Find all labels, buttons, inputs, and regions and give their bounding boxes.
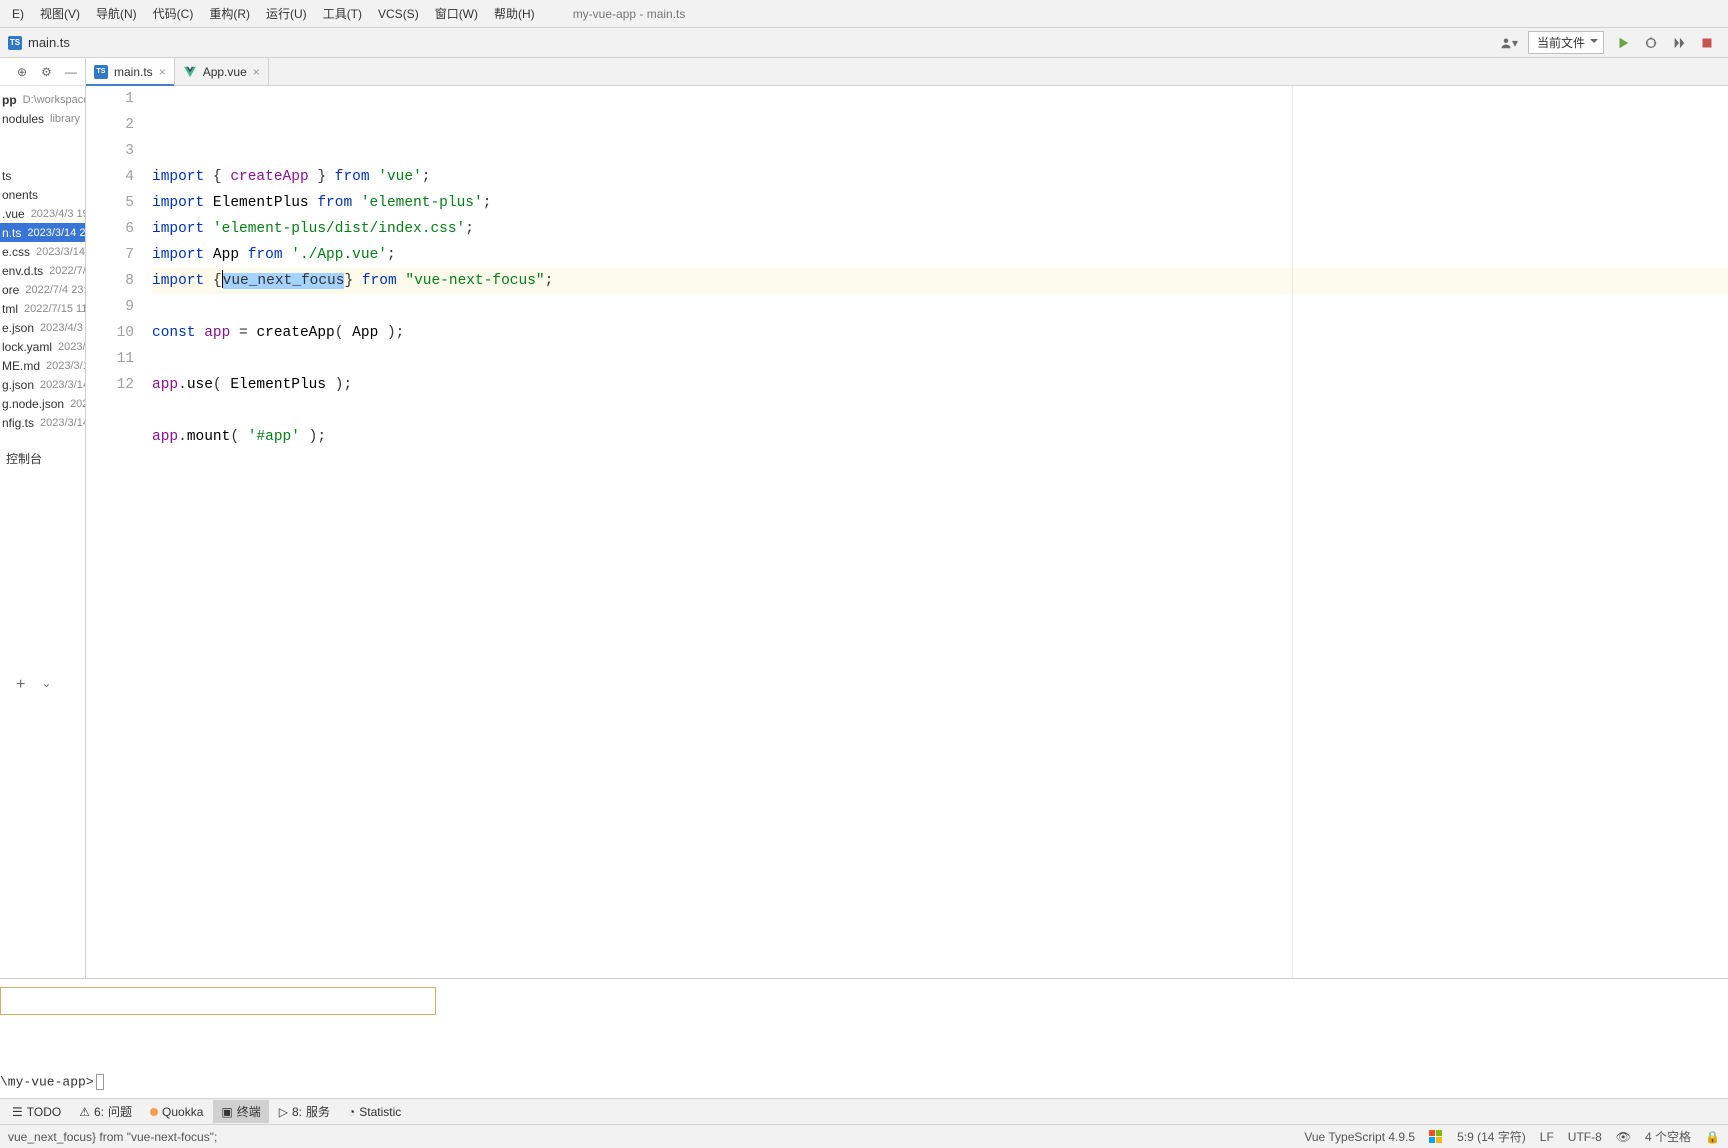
tree-file[interactable]: e.css2023/3/14 2	[0, 242, 85, 261]
tree-file[interactable]: ts	[0, 166, 85, 185]
tool-quokka[interactable]: Quokka	[142, 1102, 211, 1122]
stop-button[interactable]	[1698, 34, 1716, 52]
tab-app-vue[interactable]: App.vue ×	[175, 58, 269, 85]
status-lang[interactable]: Vue TypeScript 4.9.5	[1304, 1130, 1415, 1144]
run-with-coverage-button[interactable]	[1670, 34, 1688, 52]
tool-todo[interactable]: ☰ TODO	[4, 1102, 69, 1122]
tree-file[interactable]: onents	[0, 185, 85, 204]
settings-icon[interactable]: ⚙	[41, 65, 55, 79]
project-tree[interactable]: pp D:\workspace nodules library tsonents…	[0, 86, 85, 436]
select-opened-icon[interactable]: ⊕	[17, 65, 31, 79]
tool-statistic[interactable]: ◔ Statistic	[340, 1102, 409, 1122]
right-margin-line	[1292, 86, 1293, 978]
menu-window[interactable]: 窗口(W)	[427, 1, 486, 26]
line-gutter: 123456789101112	[86, 86, 152, 978]
run-icon: ▷	[279, 1105, 288, 1119]
vue-icon	[183, 65, 197, 79]
tree-file[interactable]: tml2022/7/15 11	[0, 299, 85, 318]
tab-label: App.vue	[203, 65, 247, 79]
tree-file[interactable]: g.json2023/3/14	[0, 375, 85, 394]
lock-icon[interactable]: 🔒	[1705, 1130, 1720, 1144]
quokka-icon	[150, 1108, 158, 1116]
status-message: vue_next_focus} from "vue-next-focus";	[8, 1130, 1304, 1144]
add-icon[interactable]: +	[16, 676, 25, 974]
list-icon: ☰	[12, 1105, 23, 1119]
warn-icon: ⚠	[79, 1105, 90, 1119]
windows-icon	[1429, 1130, 1443, 1144]
menu-edit-partial[interactable]: E)	[4, 3, 32, 25]
terminal-cursor	[96, 1074, 104, 1090]
debug-button[interactable]	[1642, 34, 1660, 52]
close-tab-icon[interactable]: ×	[253, 65, 260, 79]
tool-problems[interactable]: ⚠ 6: 问题	[71, 1100, 140, 1123]
menu-bar: E) 视图(V) 导航(N) 代码(C) 重构(R) 运行(U) 工具(T) V…	[0, 0, 1728, 28]
open-file-name[interactable]: main.ts	[28, 35, 70, 50]
menu-refactor[interactable]: 重构(R)	[201, 1, 258, 26]
window-title: my-vue-app - main.ts	[573, 7, 686, 21]
run-config-dropdown[interactable]: 当前文件	[1528, 31, 1604, 54]
terminal-prompt[interactable]: \my-vue-app>	[0, 1074, 104, 1090]
menu-tools[interactable]: 工具(T)	[315, 1, 370, 26]
tree-file[interactable]: e.json2023/4/3	[0, 318, 85, 337]
user-icon[interactable]: ▾	[1500, 34, 1518, 52]
project-root[interactable]: pp D:\workspace	[0, 90, 85, 109]
tree-file[interactable]: ore2022/7/4 23:0	[0, 280, 85, 299]
tree-file[interactable]: env.d.ts2022/7/	[0, 261, 85, 280]
tool-terminal[interactable]: ▣ 终端	[213, 1100, 268, 1123]
run-button[interactable]	[1614, 34, 1632, 52]
bottom-toolbar: ☰ TODO ⚠ 6: 问题 Quokka ▣ 终端 ▷ 8: 服务 ◔ Sta…	[0, 1098, 1728, 1124]
status-encoding[interactable]: UTF-8	[1568, 1130, 1602, 1144]
chevron-down-icon[interactable]: ⌄	[41, 676, 51, 974]
tree-node-modules[interactable]: nodules library	[0, 109, 85, 128]
tab-main-ts[interactable]: TS main.ts ×	[86, 58, 175, 85]
menu-code[interactable]: 代码(C)	[145, 1, 202, 26]
code-editor[interactable]: 123456789101112 import { createApp } fro…	[86, 86, 1728, 978]
tab-label: main.ts	[114, 65, 153, 79]
tree-file[interactable]: nfig.ts2023/3/14	[0, 413, 85, 432]
collapse-icon[interactable]: —	[65, 65, 79, 79]
navigation-row: TS main.ts ▾ 当前文件	[0, 28, 1728, 58]
tree-file[interactable]: ME.md2023/3/14	[0, 356, 85, 375]
menu-vcs[interactable]: VCS(S)	[370, 3, 427, 25]
ts-file-icon: TS	[8, 36, 22, 50]
inspection-icon[interactable]: 👁	[1616, 1130, 1631, 1144]
menu-navigate[interactable]: 导航(N)	[88, 1, 145, 26]
code-content[interactable]: import { createApp } from 'vue';import E…	[152, 86, 1728, 978]
tool-services[interactable]: ▷ 8: 服务	[271, 1100, 338, 1123]
tree-file[interactable]: lock.yaml2023/3/14	[0, 337, 85, 356]
status-indent[interactable]: 4 个空格	[1645, 1128, 1691, 1145]
editor-tabs: TS main.ts × App.vue ×	[86, 58, 1728, 86]
console-label[interactable]: 控制台	[6, 450, 42, 456]
terminal-icon: ▣	[221, 1105, 232, 1119]
status-position[interactable]: 5:9 (14 字符)	[1457, 1128, 1526, 1145]
terminal-highlight-box	[0, 987, 436, 1015]
sidebar-toolbar: ⊕ ⚙ —	[0, 58, 85, 86]
menu-help[interactable]: 帮助(H)	[486, 1, 543, 26]
tree-file[interactable]: g.node.json202	[0, 394, 85, 413]
stat-icon: ◔	[348, 1105, 355, 1119]
project-sidebar[interactable]: ⊕ ⚙ — pp D:\workspace nodules library ts…	[0, 58, 86, 978]
ts-icon: TS	[94, 65, 108, 79]
menu-run[interactable]: 运行(U)	[258, 1, 315, 26]
menu-view[interactable]: 视图(V)	[32, 1, 88, 26]
terminal-panel[interactable]: \my-vue-app>	[0, 978, 1728, 1098]
status-bar: vue_next_focus} from "vue-next-focus"; V…	[0, 1124, 1728, 1148]
tree-file[interactable]: .vue2023/4/3 19	[0, 204, 85, 223]
editor-area: TS main.ts × App.vue × 123456789101112 i…	[86, 58, 1728, 978]
status-eol[interactable]: LF	[1540, 1130, 1554, 1144]
close-tab-icon[interactable]: ×	[159, 65, 166, 79]
tree-file[interactable]: n.ts2023/3/14 22	[0, 223, 85, 242]
